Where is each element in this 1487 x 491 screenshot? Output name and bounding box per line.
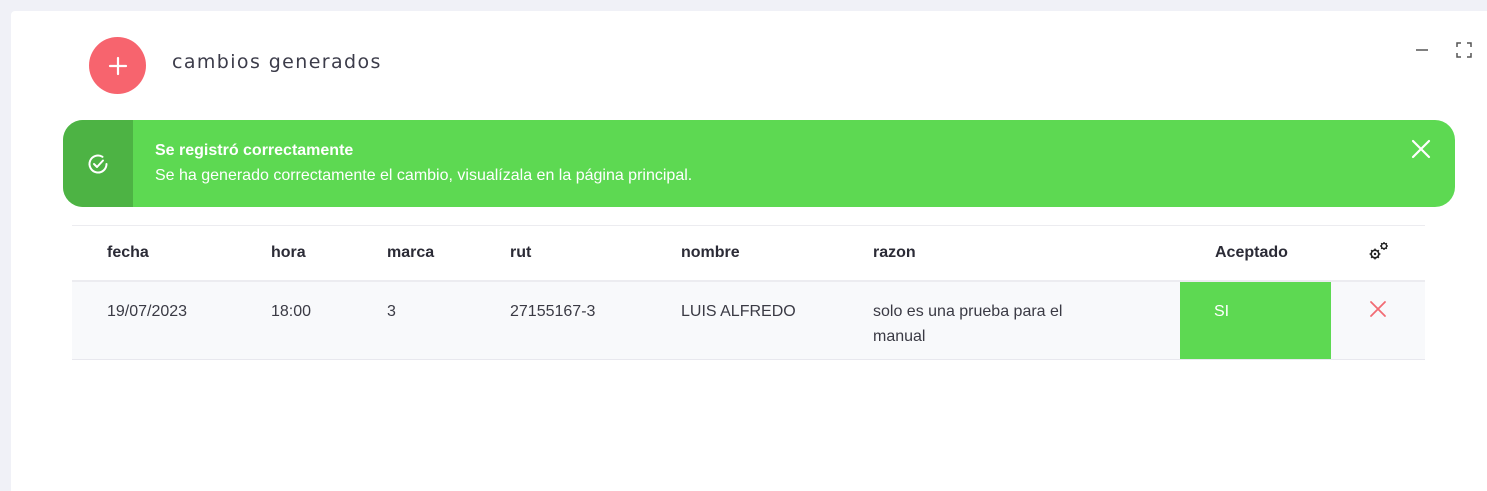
cell-rut: 27155167-3 — [510, 303, 596, 320]
header-hora[interactable]: hora — [271, 244, 306, 262]
accepted-value: SI — [1214, 303, 1230, 320]
changes-table: fecha hora marca rut nombre razon Acepta… — [72, 225, 1425, 360]
panel-title: cambios generados — [172, 51, 382, 73]
alert-message: Se ha generado correctamente el cambio, … — [155, 167, 693, 184]
check-circle-icon — [88, 154, 108, 173]
close-icon — [1411, 139, 1431, 159]
header-marca[interactable]: marca — [387, 244, 434, 262]
alert-close-button[interactable] — [1411, 139, 1431, 159]
cell-nombre: LUIS ALFREDO — [681, 303, 796, 320]
fullscreen-icon — [1456, 42, 1472, 58]
table-header: fecha hora marca rut nombre razon Acepta… — [72, 226, 1425, 282]
header-nombre[interactable]: nombre — [681, 244, 740, 262]
fullscreen-button[interactable] — [1454, 40, 1474, 60]
cell-aceptado: SI — [1180, 282, 1331, 359]
add-button[interactable] — [89, 37, 146, 94]
header-rut[interactable]: rut — [510, 244, 531, 262]
cell-fecha: 19/07/2023 — [107, 303, 188, 320]
alert-title: Se registró correctamente — [155, 142, 354, 159]
cell-marca: 3 — [387, 303, 396, 320]
header-razon[interactable]: razon — [873, 244, 916, 262]
header-fecha[interactable]: fecha — [107, 244, 149, 262]
cell-hora: 18:00 — [271, 303, 312, 320]
cell-razon: solo es una prueba para el manual — [873, 303, 1063, 345]
table-row: 19/07/2023 18:00 3 27155167-3 LUIS ALFRE… — [72, 282, 1425, 360]
success-alert: Se registró correctamente Se ha generado… — [63, 120, 1455, 207]
minimize-icon — [1416, 49, 1428, 51]
header-aceptado[interactable]: Aceptado — [1215, 244, 1288, 262]
close-icon — [1370, 301, 1386, 317]
delete-row-button[interactable] — [1369, 300, 1387, 318]
alert-icon-box — [63, 120, 133, 207]
plus-icon — [108, 56, 127, 75]
gears-icon[interactable] — [1368, 240, 1390, 262]
minimize-button[interactable] — [1412, 40, 1432, 60]
